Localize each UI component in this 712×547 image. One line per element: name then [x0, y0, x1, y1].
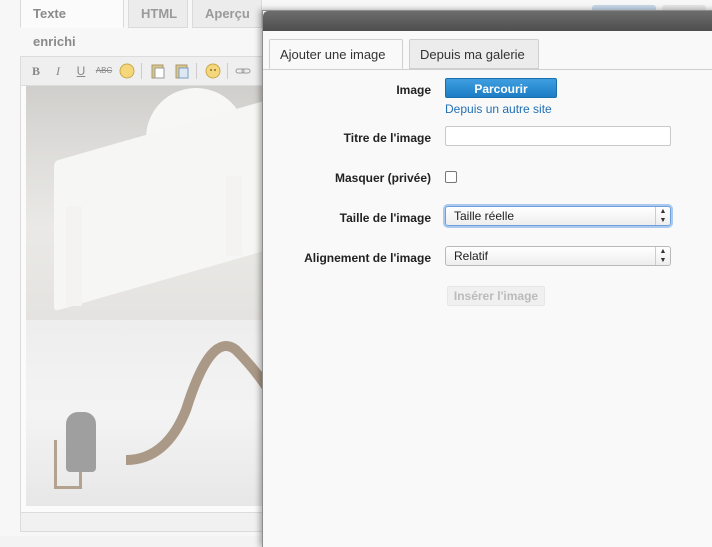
hide-checkbox[interactable]: [445, 171, 457, 183]
align-select[interactable]: Relatif ▲ ▼: [445, 246, 671, 266]
size-label: Taille de l'image: [339, 211, 431, 225]
image-person-shape: [66, 412, 96, 472]
strikethrough-icon[interactable]: ABC: [94, 61, 114, 81]
hide-label: Masquer (privée): [334, 171, 431, 185]
tab-add-image[interactable]: Ajouter une image: [269, 39, 403, 69]
paste-icon[interactable]: [148, 61, 168, 81]
updown-arrow-icon: ▲ ▼: [655, 207, 670, 225]
insert-image-dialog: Ajouter une image Depuis ma galerie Imag…: [262, 10, 712, 547]
paste-word-icon[interactable]: [172, 61, 192, 81]
smiley-icon[interactable]: [117, 61, 137, 81]
dialog-titlebar[interactable]: [263, 11, 712, 31]
image-bed-leg: [226, 176, 242, 256]
toolbar-separator: [227, 63, 228, 79]
dialog-tabs: Ajouter une image Depuis ma galerie: [263, 31, 712, 70]
tab-html[interactable]: HTML: [128, 0, 188, 28]
bold-icon[interactable]: B: [26, 61, 46, 81]
link-icon[interactable]: [233, 61, 253, 81]
other-site-link[interactable]: Depuis un autre site: [445, 102, 552, 116]
underline-icon[interactable]: U: [71, 61, 91, 81]
title-input[interactable]: [445, 126, 671, 146]
align-select-value: Relatif: [454, 249, 489, 263]
image-bed-leg: [66, 206, 82, 306]
align-label: Alignement de l'image: [304, 251, 431, 265]
tab-from-gallery[interactable]: Depuis ma galerie: [409, 39, 539, 69]
title-label: Titre de l'image: [343, 131, 431, 145]
updown-arrow-icon: ▲ ▼: [655, 247, 670, 265]
size-select-value: Taille réelle: [454, 209, 515, 223]
italic-icon[interactable]: I: [48, 61, 68, 81]
toolbar-separator: [196, 63, 197, 79]
toolbar-separator: [141, 63, 142, 79]
browse-button[interactable]: Parcourir: [445, 78, 557, 98]
emoticon-icon[interactable]: [203, 61, 223, 81]
insert-image-button[interactable]: Insérer l'image: [447, 286, 545, 306]
size-select[interactable]: Taille réelle ▲ ▼: [445, 206, 671, 226]
dialog-body: Ajouter une image Depuis ma galerie Imag…: [263, 31, 712, 547]
tab-preview[interactable]: Aperçu: [192, 0, 262, 28]
tab-rich-text[interactable]: Texte enrichi: [20, 0, 124, 49]
image-label: Image: [396, 83, 431, 97]
